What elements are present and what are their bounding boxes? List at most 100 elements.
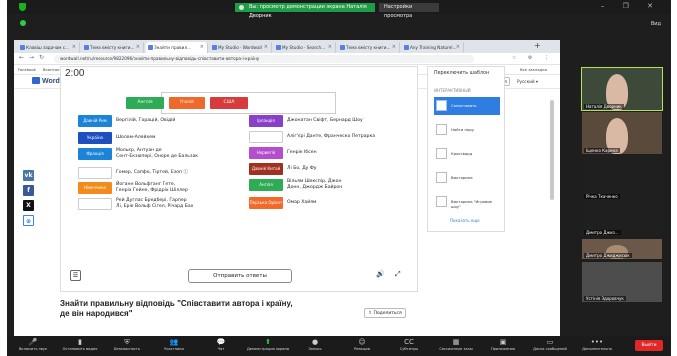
zoom-toolbar-button[interactable]: ▦ Сессионные залы — [434, 338, 478, 351]
participant-tile[interactable]: Іщенко Карина — [582, 112, 662, 154]
social-share-sidebar: vk f X ⊕ — [23, 170, 34, 230]
zoom-toolbar-button[interactable]: 💬 Чат — [199, 338, 243, 351]
sound-fullscreen-controls[interactable]: 🔊 ⤢ — [376, 270, 405, 279]
leave-meeting-button[interactable]: Выйти — [635, 340, 663, 351]
close-tab-icon[interactable]: × — [328, 42, 332, 53]
cc-icon: CC — [404, 338, 414, 346]
zoom-toolbar-button[interactable]: ▮ Остановить видео — [58, 338, 102, 351]
answer-drop-slot[interactable]: Англія — [249, 179, 283, 191]
close-tab-icon[interactable]: × — [136, 42, 140, 53]
submit-answers-button[interactable]: Отправить ответы — [188, 269, 292, 283]
zoom-toolbar-button[interactable]: ••• Дополнительно — [575, 338, 619, 351]
new-tab-button[interactable]: + — [534, 41, 541, 50]
browser-extension-icons[interactable]: ☆ ⚙ ⋮ — [512, 55, 554, 61]
template-option-label: Кроссворд — [451, 151, 473, 156]
vk-icon[interactable]: vk — [23, 170, 34, 181]
browser-tab[interactable]: My Studio · Wordwall × — [210, 42, 272, 53]
answer-drop-slot[interactable]: Давній Рим — [78, 115, 112, 127]
show-more-templates-link[interactable]: Показать еще — [450, 218, 480, 223]
language-select[interactable]: Русский ▾ — [517, 79, 538, 84]
zoom-toolbar-label: Чат — [217, 347, 225, 351]
security-shield-icon[interactable] — [19, 3, 26, 11]
template-option[interactable]: Викторина — [434, 169, 500, 187]
zoom-toolbar-button[interactable]: 👥 Участники — [152, 338, 196, 351]
apps-icon: ▣ — [499, 338, 507, 346]
page-scrollbar[interactable] — [550, 100, 554, 200]
browser-tab[interactable]: Знайти правил... × — [146, 42, 208, 53]
answer-tile[interactable]: Англія — [126, 97, 164, 109]
zoom-toolbar-button[interactable]: ● Запись — [293, 338, 337, 351]
answer-drop-slot[interactable]: Давній Китай — [249, 163, 283, 175]
zoom-toolbar-button[interactable]: ▣ Приложения — [481, 338, 525, 351]
share-activity-label: Поделиться — [373, 311, 402, 316]
zoom-toolbar-button[interactable]: ☺ Реакции — [340, 338, 384, 351]
answer-drop-slot[interactable]: Франція — [78, 148, 112, 160]
answer-drop-slot[interactable]: Ірландія — [249, 115, 283, 127]
x-twitter-icon[interactable]: X — [23, 200, 34, 211]
template-option[interactable]: Викторина "Игровое шоу" — [434, 193, 500, 211]
answer-tile[interactable]: Італія — [169, 97, 205, 109]
more-icon: ••• — [590, 338, 604, 346]
browser-tab[interactable]: Any Training Naturel... × — [402, 42, 464, 53]
template-option[interactable]: Найти пару — [434, 121, 500, 139]
zoom-toolbar-button[interactable]: 🎤 Включить звук — [11, 338, 55, 351]
close-tab-icon[interactable]: × — [392, 42, 396, 53]
browser-tab[interactable]: Клавіш задачам с... × — [18, 42, 80, 53]
browser-tab[interactable]: Тема вмісту книги... × — [82, 42, 144, 53]
screen-share-banner-text: Вы: просмотр демонстрации экрана Наталія… — [249, 4, 367, 19]
bookmark-item[interactable]: Facebook — [18, 67, 36, 72]
close-tab-icon[interactable]: × — [264, 42, 268, 53]
template-thumbnail-icon — [436, 100, 447, 111]
author-prompt: Аліг'єрі Данте, Франческо Петрарка — [287, 134, 376, 139]
tab-favicon-icon — [148, 45, 153, 50]
answer-drop-slot[interactable] — [78, 167, 112, 179]
answer-drop-slot[interactable] — [78, 198, 112, 210]
participant-tile[interactable]: Річка Ткаченко — [582, 156, 662, 200]
template-option-label: Сопоставить — [451, 103, 477, 108]
zoom-toolbar-label: Реакции — [354, 347, 370, 351]
window-controls[interactable]: – ❐ ✕ — [601, 2, 661, 10]
answer-drop-slot[interactable] — [249, 131, 283, 143]
zoom-toolbar-button[interactable]: CC Субтитры — [387, 338, 431, 351]
share-activity-button[interactable]: ⇪ Поделиться — [364, 308, 406, 318]
hint-icon[interactable]: ☰ — [70, 270, 81, 281]
zoom-toolbar-label: Запись — [308, 347, 322, 351]
reload-icon[interactable]: ↻ — [39, 54, 44, 61]
zoom-toolbar-button[interactable]: ⬆ Демонстрация экрана — [246, 338, 290, 351]
zoom-toolbar-button[interactable]: ⛨ Безопасность — [105, 338, 149, 351]
author-prompt: Йоганн Вольфганг Гете, Генріх Гейне, Фрі… — [116, 182, 188, 193]
participants-icon: 👥 — [169, 338, 179, 346]
participant-name: Наталія Дворник — [584, 104, 624, 109]
all-bookmarks-link[interactable]: Все закладки — [520, 65, 547, 74]
author-prompt: Генрік Ібсен — [287, 150, 317, 155]
breakout-icon: ▦ — [452, 338, 460, 346]
forward-icon[interactable]: → — [29, 54, 34, 61]
view-toggle[interactable]: Вид — [651, 21, 661, 27]
participant-tile[interactable]: Устінія Здоровчук — [582, 262, 662, 302]
template-option[interactable]: Сопоставить — [434, 97, 500, 115]
facebook-icon[interactable]: f — [23, 185, 34, 196]
close-tab-icon[interactable]: × — [200, 42, 204, 53]
template-option-label: Викторина "Игровое шоу" — [451, 199, 493, 209]
close-tab-icon[interactable]: × — [72, 42, 76, 53]
answer-drop-slot[interactable]: Норвегія — [249, 147, 283, 159]
participant-tile[interactable]: Дмитро Джиджисюк — [582, 239, 662, 259]
activity-title-line-1: Знайти правильну відповідь "Співставити … — [60, 299, 293, 308]
template-option[interactable]: Кроссворд — [434, 145, 500, 163]
answer-drop-slot[interactable]: Перська Орієнт — [249, 197, 283, 209]
view-settings-button[interactable]: Настройки просмотра — [379, 3, 439, 19]
tab-title: Тема вмісту книги... — [346, 45, 391, 50]
participant-tile[interactable]: Наталія Дворник — [581, 67, 663, 111]
zoom-toolbar-button[interactable]: ▭ Доска сообщений — [528, 338, 572, 351]
close-tab-icon[interactable]: × — [456, 42, 460, 53]
participant-tile[interactable]: Дмитро Джиз... — [582, 202, 662, 236]
answer-tile[interactable]: США — [210, 97, 248, 109]
answer-drop-slot[interactable]: Німеччина — [78, 182, 112, 194]
browser-tab[interactable]: Тема вмісту книги... × — [338, 42, 400, 53]
answer-drop-slot[interactable]: Україна — [78, 132, 112, 144]
browser-tab[interactable]: My Studio · Search... × — [274, 42, 336, 53]
zoom-toolbar-label: Приложения — [490, 347, 516, 351]
classroom-icon[interactable]: ⊕ — [23, 215, 34, 226]
back-icon[interactable]: ← — [19, 54, 24, 61]
url-input[interactable]: wordwall.net/ru/resource/9822096/знайти-… — [54, 55, 474, 63]
